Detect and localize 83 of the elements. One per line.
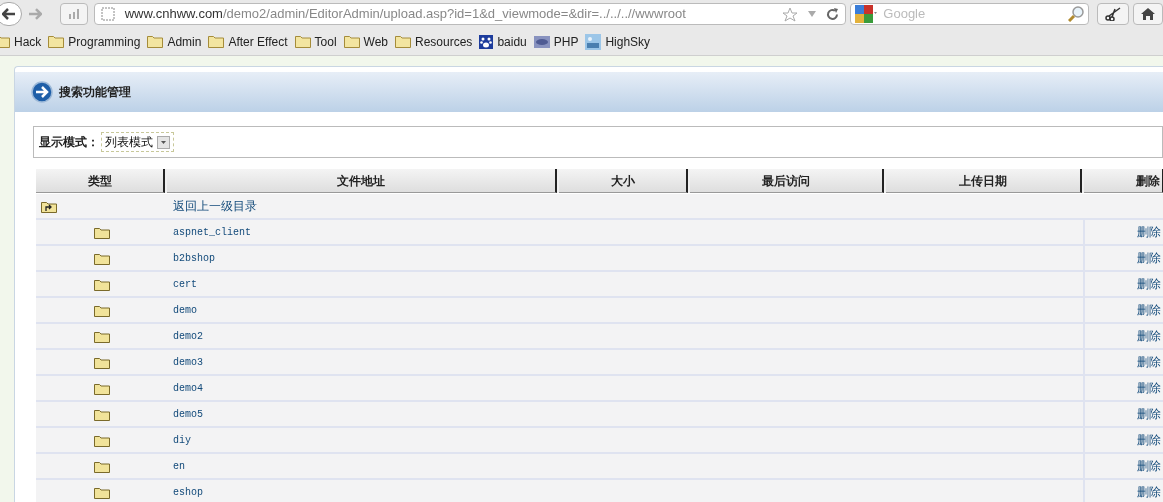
scissors-icon (1105, 7, 1122, 21)
folder-icon (93, 407, 110, 421)
search-input[interactable]: Google (883, 4, 1063, 24)
image-icon (585, 33, 602, 50)
home-icon (1141, 8, 1156, 20)
delete-link[interactable]: 删除 (1137, 379, 1161, 397)
bar-chart-icon (67, 9, 80, 19)
file-link[interactable]: eshop (173, 484, 203, 500)
view-mode-label: 显示模式： (39, 134, 99, 151)
google-logo-icon (855, 5, 878, 23)
url-text: www.cnhww.com/demo2/admin/EditorAdmin/upload.asp?id=1&d_viewmode=&dir=../../..//wwwroot (124, 5, 686, 24)
folder-icon (93, 225, 110, 239)
bookmark[interactable]: After Effect (208, 32, 288, 51)
file-link[interactable]: cert (173, 276, 197, 292)
forward-arrow-icon[interactable] (27, 8, 42, 20)
column-header: 文件地址 (167, 169, 557, 193)
column-header: 删除 (1084, 169, 1163, 193)
folder-icon (208, 35, 225, 48)
bookmark[interactable]: PHP (533, 32, 579, 51)
search-icon[interactable] (1068, 6, 1085, 22)
back-arrow-icon (1, 8, 16, 20)
bookmark[interactable]: Hack (0, 32, 42, 51)
paw-icon (479, 34, 494, 49)
folder-icon (147, 35, 164, 48)
page-icon (100, 7, 115, 21)
file-link[interactable]: demo5 (173, 406, 203, 422)
file-link[interactable]: demo (173, 302, 197, 318)
file-link[interactable]: diy (173, 432, 191, 448)
column-header: 最后访问 (690, 169, 884, 193)
delete-link[interactable]: 删除 (1137, 431, 1161, 449)
bookmark[interactable]: baidu (479, 32, 527, 51)
php-logo-icon (533, 35, 550, 48)
folder-icon (93, 433, 110, 447)
column-header: 类型 (36, 169, 165, 193)
back-button[interactable] (0, 2, 22, 26)
search-field[interactable]: Google (850, 3, 1090, 25)
url-field[interactable]: www.cnhww.com/demo2/admin/EditorAdmin/upload.asp?id=1&d_viewmode=&dir=../../..//wwwroot (93, 3, 847, 25)
file-link[interactable]: demo4 (173, 380, 203, 396)
folder-icon (93, 459, 110, 473)
folder-icon (93, 381, 110, 395)
home-button[interactable] (1133, 3, 1163, 25)
folder-icon (48, 35, 65, 48)
delete-link[interactable]: 删除 (1137, 327, 1161, 345)
file-link[interactable]: en (173, 458, 185, 474)
column-header: 上传日期 (886, 169, 1082, 193)
folder-icon (93, 355, 110, 369)
folder-icon (395, 35, 411, 48)
reload-icon[interactable] (826, 7, 840, 21)
bookmark[interactable]: HighSky (585, 32, 651, 51)
delete-link[interactable]: 删除 (1137, 223, 1161, 241)
scissors-button[interactable] (1097, 3, 1130, 25)
delete-link[interactable]: 删除 (1137, 353, 1161, 371)
dropdown-arrow-icon[interactable] (808, 11, 817, 17)
delete-link[interactable]: 删除 (1137, 457, 1161, 475)
bookmark[interactable]: Programming (48, 32, 141, 51)
bookmark[interactable]: Admin (147, 32, 202, 51)
bookmark[interactable]: Tool (294, 32, 337, 51)
file-link[interactable]: aspnet_client (173, 224, 251, 240)
folder-icon (93, 303, 110, 317)
parent-directory-link[interactable]: 返回上一级目录 (173, 197, 257, 215)
bookmark[interactable]: Resources (395, 32, 473, 51)
delete-link[interactable]: 删除 (1137, 483, 1161, 501)
parent-folder-icon (41, 199, 57, 213)
folder-icon (93, 251, 110, 265)
view-mode-select[interactable]: 列表模式 (101, 132, 174, 152)
file-link[interactable]: b2bshop (173, 250, 215, 266)
bar-chart-button[interactable] (59, 3, 88, 25)
file-link[interactable]: demo2 (173, 328, 203, 344)
star-icon[interactable] (782, 6, 799, 22)
delete-link[interactable]: 删除 (1137, 301, 1161, 319)
panel-title: 搜索功能管理 (59, 84, 131, 101)
bookmark[interactable]: Web (343, 32, 388, 51)
folder-icon (93, 485, 110, 499)
file-link[interactable]: demo3 (173, 354, 203, 370)
arrow-circle-icon (31, 81, 53, 103)
folder-icon (93, 277, 110, 291)
delete-link[interactable]: 删除 (1137, 405, 1161, 423)
folder-icon (93, 329, 110, 343)
column-header: 大小 (559, 169, 688, 193)
delete-link[interactable]: 删除 (1137, 275, 1161, 293)
folder-icon (294, 35, 311, 48)
folder-icon (343, 35, 360, 48)
delete-link[interactable]: 删除 (1137, 249, 1161, 267)
